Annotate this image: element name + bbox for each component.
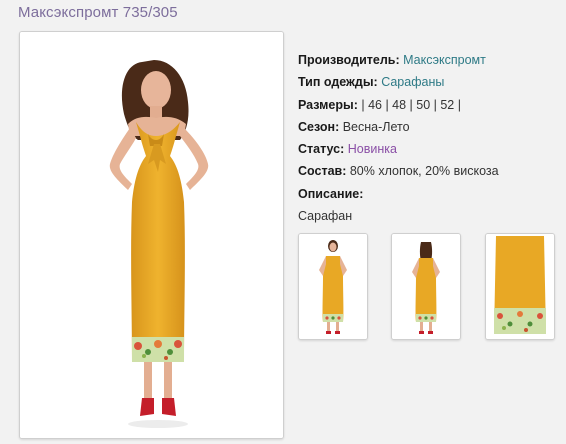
manufacturer-row: Производитель: Максэкспромт (298, 50, 558, 72)
manufacturer-link[interactable]: Максэкспромт (403, 53, 486, 67)
composition-row: Состав: 80% хлопок, 20% вискоза (298, 161, 558, 183)
manufacturer-label: Производитель: (298, 53, 400, 67)
status-link[interactable]: Новинка (348, 142, 397, 156)
type-row: Тип одежды: Сарафаны (298, 72, 558, 94)
composition-value: 80% хлопок, 20% вискоза (349, 164, 499, 179)
thumbnail-fabric[interactable] (485, 233, 555, 340)
product-details: Производитель: Максэкспромт Тип одежды: … (298, 50, 558, 228)
status-label: Статус: (298, 142, 345, 157)
thumbnail-front[interactable] (298, 233, 368, 340)
season-label: Сезон: (298, 119, 340, 134)
thumbnail-back[interactable] (391, 233, 461, 340)
season-row: Сезон: Весна-Лето (298, 117, 558, 139)
description-label: Описание: (298, 186, 364, 201)
main-product-image[interactable] (19, 31, 284, 439)
sizes-row: Размеры: | 46 | 48 | 50 | 52 | (298, 95, 558, 117)
composition-label: Состав: (298, 164, 347, 179)
status-row: Статус: Новинка (298, 139, 558, 161)
description-text-row: Сарафан (298, 206, 558, 228)
description-value: Сарафан (298, 209, 353, 224)
type-label: Тип одежды: (298, 75, 378, 90)
product-title: Максэкспромт 735/305 (18, 4, 178, 21)
season-value: Весна-Лето (342, 119, 410, 134)
description-row: Описание: (298, 184, 558, 206)
type-link[interactable]: Сарафаны (381, 75, 444, 89)
sizes-value: | 46 | 48 | 50 | 52 | (361, 97, 461, 112)
sizes-label: Размеры: (298, 97, 358, 112)
